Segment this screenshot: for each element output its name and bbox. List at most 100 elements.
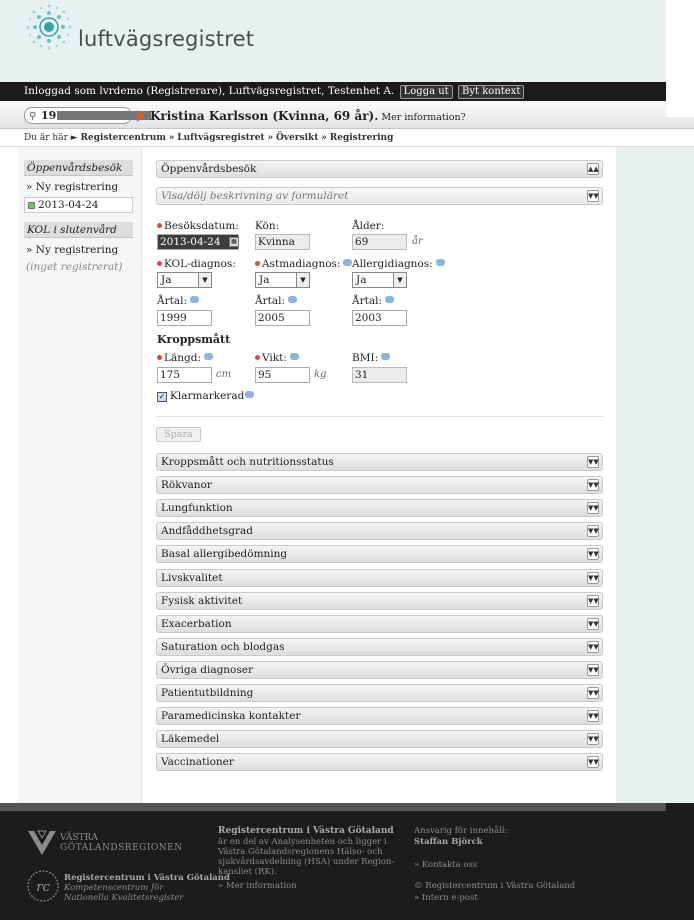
email-link[interactable]: » Intern e-post xyxy=(414,893,478,903)
expand-icon[interactable]: ▼▼ xyxy=(587,756,599,768)
section-header[interactable]: Livskvalitet ▼▼ xyxy=(156,569,603,587)
section-header[interactable]: Paramedicinska kontakter ▼▼ xyxy=(156,707,603,725)
info-icon[interactable] xyxy=(384,296,394,303)
section-title: Livskvalitet xyxy=(161,572,223,584)
info-icon[interactable] xyxy=(435,259,445,266)
collapse-icon[interactable]: ▲▲ xyxy=(587,163,599,175)
more-info-link[interactable]: Mer information? xyxy=(381,112,465,123)
section-header[interactable]: Övriga diagnoser ▼▼ xyxy=(156,661,603,679)
switch-context-button[interactable]: Byt kontext xyxy=(458,85,525,99)
breadcrumb-item[interactable]: Luftvägsregistret xyxy=(177,133,264,143)
section-title: Lungfunktion xyxy=(161,502,233,514)
section-header[interactable]: Kroppsmått och nutritionsstatus ▼▼ xyxy=(156,453,603,471)
label-text: Årtal: xyxy=(255,295,285,307)
info-icon[interactable] xyxy=(203,353,213,360)
expand-icon[interactable]: ▼▼ xyxy=(587,479,599,491)
astma-label: Astmadiagnos: xyxy=(255,258,353,270)
breadcrumb-item[interactable]: Registercentrum xyxy=(81,133,166,143)
expand-icon[interactable]: ▼▼ xyxy=(587,687,599,699)
rc-line2: Kompetenscentrum för xyxy=(64,883,164,893)
expand-icon[interactable]: ▼▼ xyxy=(587,595,599,607)
bmi-label: BMI: xyxy=(352,352,391,364)
info-icon[interactable] xyxy=(381,353,391,360)
expand-icon[interactable]: ▼▼ xyxy=(587,641,599,653)
label-text: Längd: xyxy=(164,352,201,364)
artal-kol-field[interactable]: 1999 xyxy=(157,310,212,326)
sidebar-entry[interactable]: 2013-04-24 xyxy=(24,197,133,213)
allergi-label: Allergidiagnos: xyxy=(352,258,445,270)
section-title: Vaccinationer xyxy=(161,756,234,768)
label-text: Besöksdatum: xyxy=(164,220,239,232)
calendar-icon[interactable]: ▦ xyxy=(229,237,239,247)
info-icon[interactable] xyxy=(189,296,199,303)
expand-icon[interactable]: ▼▼ xyxy=(587,733,599,745)
description-toggle[interactable]: Visa/dölj beskrivning av formuläret ▼▼ xyxy=(156,187,603,205)
kol-select[interactable]: Ja ▼ xyxy=(157,272,212,288)
allergi-select[interactable]: Ja ▼ xyxy=(352,272,407,288)
login-bar: Inloggad som lvrdemo (Registrerare), Luf… xyxy=(0,82,694,101)
artal-label: Årtal: xyxy=(255,295,297,307)
new-registration-link[interactable]: » Ny registrering xyxy=(26,181,118,193)
artal-allergi-field[interactable]: 2003 xyxy=(352,310,407,326)
expand-icon[interactable]: ▼▼ xyxy=(587,548,599,560)
sidebar-group-title: KOL i slutenvård xyxy=(24,222,133,238)
section-header[interactable]: Andfåddhetsgrad ▼▼ xyxy=(156,522,603,540)
right-margin xyxy=(616,147,694,803)
vikt-field[interactable]: 95 xyxy=(255,367,310,383)
breadcrumb-item[interactable]: Översikt xyxy=(276,133,318,143)
vgr-line2: GÖTALANDSREGIONEN xyxy=(60,843,183,853)
site-header: luftvägsregistret xyxy=(0,0,694,82)
info-icon[interactable] xyxy=(289,353,299,360)
kon-label: Kön: xyxy=(255,220,280,232)
langd-field[interactable]: 175 xyxy=(157,367,212,383)
section-header[interactable]: Lungfunktion ▼▼ xyxy=(156,499,603,517)
section-header[interactable]: Exacerbation ▼▼ xyxy=(156,615,603,633)
section-header[interactable]: Basal allergibedömning ▼▼ xyxy=(156,545,603,563)
astma-select[interactable]: Ja ▼ xyxy=(255,272,310,288)
label-text: Årtal: xyxy=(352,295,382,307)
besoksdatum-field[interactable]: 2013-04-24 xyxy=(157,234,239,250)
section-title: Andfåddhetsgrad xyxy=(161,525,253,537)
section-header-oppenvardsbesok[interactable]: Öppenvårdsbesök ▲▲ xyxy=(156,160,603,178)
new-registration-link[interactable]: » Ny registrering xyxy=(26,244,118,256)
besoksdatum-label: Besöksdatum: xyxy=(157,220,239,232)
expand-icon[interactable]: ▼▼ xyxy=(587,664,599,676)
patient-search-input[interactable]: ⚲ 19 xyxy=(24,107,151,124)
footer-responsible-label: Ansvarig för innehåll: xyxy=(414,826,508,836)
rc-line3: Nationella Kvalitetsregister xyxy=(64,893,184,903)
more-info-link[interactable]: » Mer information xyxy=(218,881,297,891)
label-text: Årtal: xyxy=(157,295,187,307)
label-text: BMI: xyxy=(352,352,379,364)
section-header[interactable]: Patientutbildning ▼▼ xyxy=(156,684,603,702)
footer-col2-title: Registercentrum i Västra Götaland xyxy=(218,826,394,836)
expand-icon[interactable]: ▼▼ xyxy=(587,710,599,722)
expand-icon[interactable]: ▼▼ xyxy=(587,502,599,514)
label-text: Klarmarkerad xyxy=(170,390,245,402)
info-icon[interactable] xyxy=(245,391,255,398)
expand-icon[interactable]: ▼▼ xyxy=(587,572,599,584)
contact-link[interactable]: » Kontakta oss xyxy=(414,860,477,870)
footer-col2-line: är en del av Analysenheten och ligger i xyxy=(218,837,387,847)
section-header[interactable]: Vaccinationer ▼▼ xyxy=(156,753,603,771)
logo-text: luftvägsregistret xyxy=(78,27,255,51)
section-header[interactable]: Fysisk aktivitet ▼▼ xyxy=(156,592,603,610)
section-header[interactable]: Saturation och blodgas ▼▼ xyxy=(156,638,603,656)
section-title: Läkemedel xyxy=(161,733,220,745)
section-title: Paramedicinska kontakter xyxy=(161,710,301,722)
footer-col2-line: sjukvårdsavdelning (HSA) under Region- xyxy=(218,857,395,867)
expand-icon[interactable]: ▼▼ xyxy=(587,618,599,630)
section-title: Saturation och blodgas xyxy=(161,641,285,653)
expand-icon[interactable]: ▼▼ xyxy=(587,525,599,537)
section-header[interactable]: Rökvanor ▼▼ xyxy=(156,476,603,494)
expand-icon[interactable]: ▼▼ xyxy=(587,190,599,202)
info-icon[interactable] xyxy=(287,296,297,303)
breadcrumb-item[interactable]: Registrering xyxy=(330,133,394,143)
section-header[interactable]: Läkemedel ▼▼ xyxy=(156,730,603,748)
section-title: Öppenvårdsbesök xyxy=(161,163,257,175)
artal-astma-field[interactable]: 2005 xyxy=(255,310,310,326)
klarmarkerad-checkbox[interactable]: ✓ xyxy=(157,392,167,402)
breadcrumb-prefix: Du är här ► xyxy=(24,133,78,143)
save-button[interactable]: Spara xyxy=(156,427,201,442)
expand-icon[interactable]: ▼▼ xyxy=(587,456,599,468)
logout-button[interactable]: Logga ut xyxy=(399,85,453,99)
